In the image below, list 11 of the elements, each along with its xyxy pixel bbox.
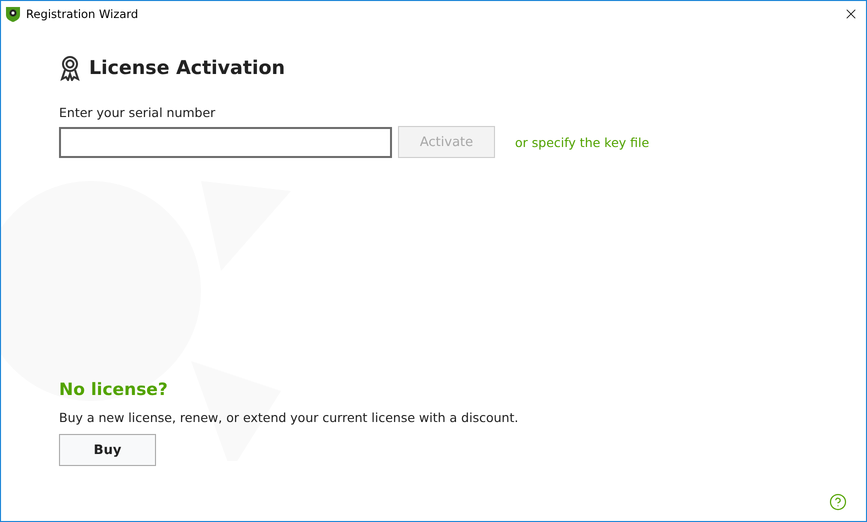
no-license-heading: No license? bbox=[59, 380, 169, 400]
no-license-description: Buy a new license, renew, or extend your current license with a discount. bbox=[59, 410, 520, 425]
app-logo-icon bbox=[5, 6, 21, 22]
help-icon[interactable] bbox=[829, 493, 847, 511]
key-file-link[interactable]: or specify the key file bbox=[515, 134, 650, 150]
window-title: Registration Wizard bbox=[26, 7, 140, 21]
serial-label: Enter your serial number bbox=[59, 105, 216, 120]
page-heading: License Activation bbox=[89, 57, 286, 79]
serial-input-field[interactable] bbox=[59, 126, 392, 158]
buy-button[interactable]: Buy bbox=[59, 434, 156, 466]
award-ribbon-icon bbox=[59, 55, 81, 81]
